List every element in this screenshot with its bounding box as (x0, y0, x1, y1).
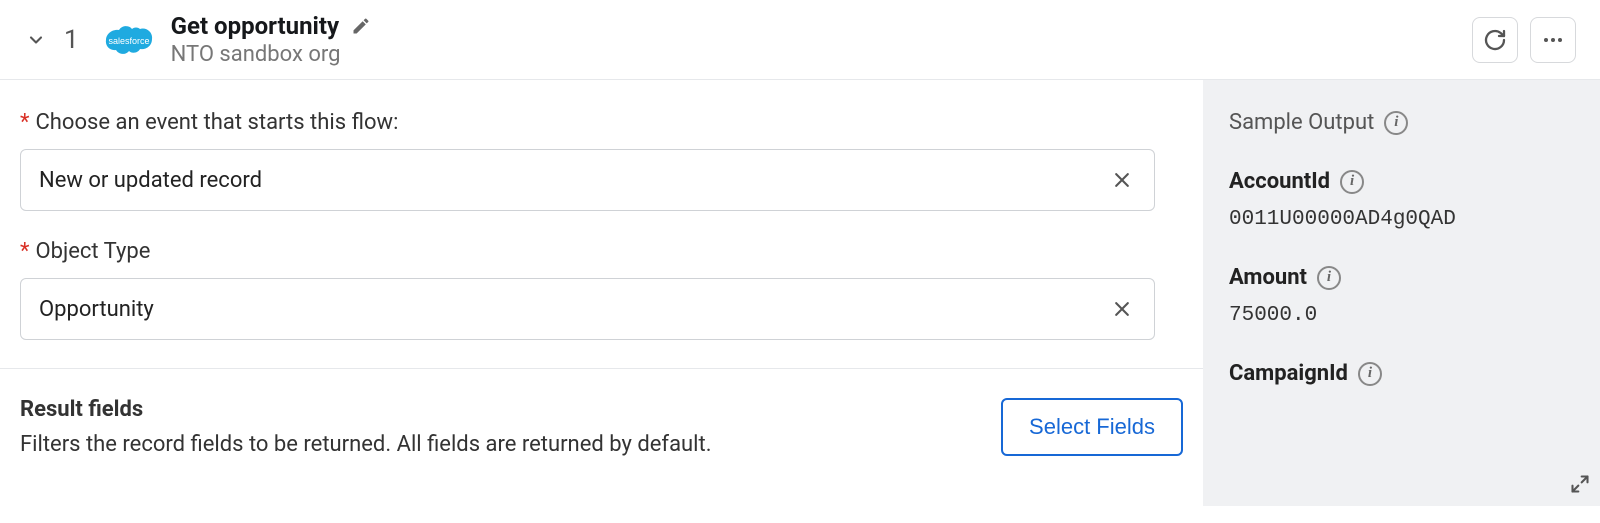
output-key: CampaignId (1229, 361, 1348, 386)
salesforce-icon: salesforce (101, 20, 157, 60)
event-label: * Choose an event that starts this flow: (20, 110, 1183, 135)
more-actions-button[interactable] (1530, 17, 1576, 63)
required-marker: * (20, 110, 29, 135)
refresh-button[interactable] (1472, 17, 1518, 63)
info-icon[interactable]: i (1317, 266, 1341, 290)
info-icon[interactable]: i (1340, 170, 1364, 194)
info-icon[interactable]: i (1358, 362, 1382, 386)
step-title: Get opportunity (171, 12, 339, 40)
step-subtitle: NTO sandbox org (171, 42, 371, 67)
output-value: 75000.0 (1229, 304, 1574, 327)
object-type-label: * Object Type (20, 239, 1183, 264)
output-value: 0011U00000AD4g0QAD (1229, 208, 1574, 231)
object-type-select[interactable]: Opportunity (20, 278, 1155, 340)
info-icon[interactable]: i (1384, 111, 1408, 135)
result-fields-description: Filters the record fields to be returned… (20, 432, 1001, 457)
clear-event-icon[interactable] (1108, 166, 1136, 194)
output-key: Amount (1229, 265, 1307, 290)
result-fields-title: Result fields (20, 397, 1001, 422)
object-type-value: Opportunity (39, 297, 1108, 322)
output-field: CampaignId i (1229, 361, 1574, 386)
result-fields-row: Result fields Filters the record fields … (20, 369, 1183, 457)
step-header: 1 salesforce Get opportunity NTO sandbox… (0, 0, 1600, 80)
collapse-toggle[interactable] (24, 28, 48, 52)
step-number: 1 (64, 25, 79, 55)
output-field: AccountId i 0011U00000AD4g0QAD (1229, 169, 1574, 231)
edit-icon[interactable] (351, 16, 371, 36)
event-value: New or updated record (39, 168, 1108, 193)
output-key: AccountId (1229, 169, 1330, 194)
select-fields-button[interactable]: Select Fields (1001, 398, 1183, 456)
output-field: Amount i 75000.0 (1229, 265, 1574, 327)
svg-text:salesforce: salesforce (108, 36, 149, 46)
expand-icon[interactable] (1570, 474, 1590, 498)
sample-output-title: Sample Output i (1229, 110, 1574, 135)
sample-output-panel: Sample Output i AccountId i 0011U00000AD… (1203, 80, 1600, 506)
config-form: * Choose an event that starts this flow:… (0, 80, 1203, 506)
required-marker: * (20, 239, 29, 264)
clear-object-icon[interactable] (1108, 295, 1136, 323)
step-title-block: Get opportunity NTO sandbox org (171, 12, 371, 67)
event-select[interactable]: New or updated record (20, 149, 1155, 211)
